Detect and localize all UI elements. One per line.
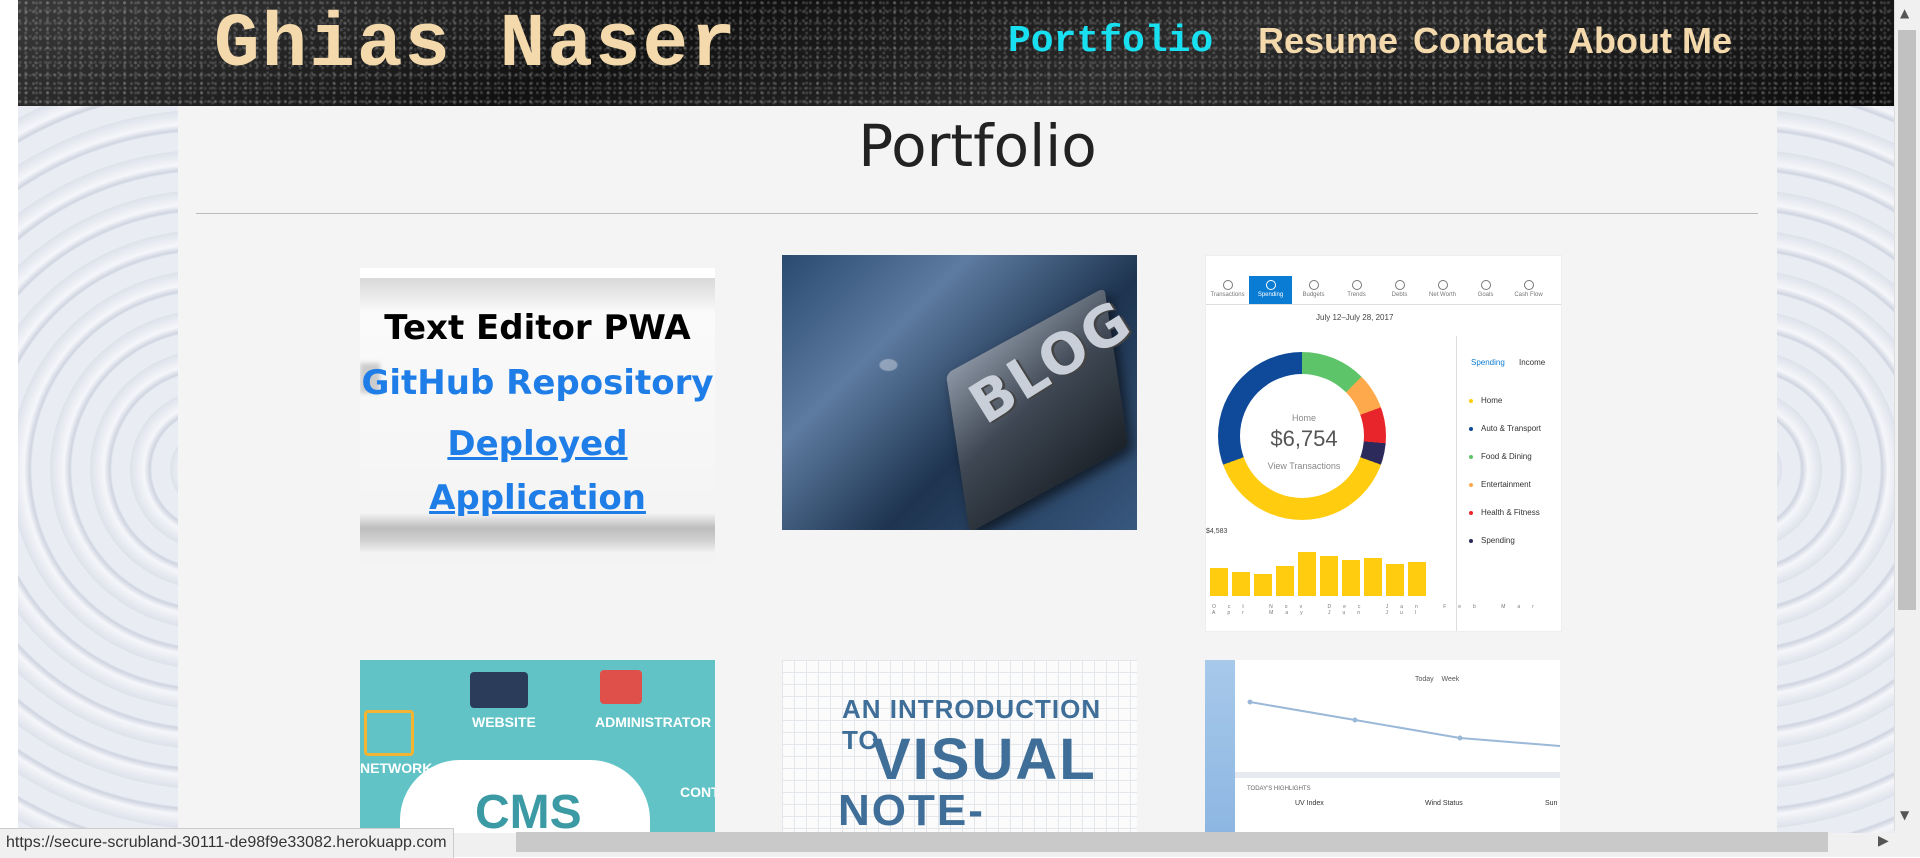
donut-label: Home xyxy=(1291,413,1316,423)
month-labels: Oct Nov Dec Jan Feb Mar Apr May Jun Jul xyxy=(1212,604,1546,616)
cms-label-content: CONT xyxy=(680,784,715,800)
divider xyxy=(196,213,1758,214)
bar xyxy=(1298,552,1316,596)
note-line-3: NOTE-TAKING xyxy=(838,786,985,833)
category-sidebar: Spending Income Home Auto & Transport Fo… xyxy=(1456,336,1561,631)
project-card-cms[interactable]: WEBSITE ADMINISTRATOR NETWORK CONT CMS xyxy=(360,660,715,833)
weather-tabs: Today Week xyxy=(1415,676,1460,683)
metric-wind-status: Wind Status xyxy=(1425,800,1463,807)
bar xyxy=(1320,556,1338,596)
github-repository-link[interactable]: GitHub Repository xyxy=(360,363,715,403)
nav-about-me[interactable]: About Me xyxy=(1568,20,1732,62)
website-icon xyxy=(470,672,528,708)
cms-text: CMS xyxy=(475,786,582,833)
temperature-line-chart xyxy=(1247,699,1560,747)
tab-cash-flow: Cash Flow xyxy=(1507,276,1550,304)
category-item: Entertainment xyxy=(1469,480,1531,489)
bar xyxy=(1254,574,1272,596)
project-card-budget-tracker[interactable]: Transactions Spending Budgets Trends Deb… xyxy=(1205,255,1562,632)
project-title: Text Editor PWA xyxy=(384,308,691,348)
nav-contact[interactable]: Contact xyxy=(1413,20,1547,62)
donut-link: View Transactions xyxy=(1267,461,1341,471)
cms-label-administrator: ADMINISTRATOR xyxy=(595,714,712,730)
scroll-up-icon[interactable]: ▲ xyxy=(1900,6,1909,20)
highlights-label: TODAY'S HIGHLIGHTS xyxy=(1247,786,1311,792)
deployed-link-line-1[interactable]: Deployed xyxy=(447,424,627,464)
background-left xyxy=(18,106,178,833)
budget-tabs: Transactions Spending Budgets Trends Deb… xyxy=(1206,276,1561,305)
portfolio-section: Portfolio Text Editor PWA GitHub Reposit… xyxy=(178,106,1777,833)
horizontal-scrollbar[interactable] xyxy=(516,832,1828,852)
project-card-note-taking[interactable]: AN INTRODUCTION TO VISUAL NOTE-TAKING xyxy=(782,660,1137,833)
bar xyxy=(1408,562,1426,596)
metric-uv-index: UV Index xyxy=(1295,800,1324,807)
tab-spending: Spending xyxy=(1249,276,1292,304)
site-header: Ghias Naser Portfolio Resume Contact Abo… xyxy=(18,0,1894,106)
monthly-bar-chart xyxy=(1210,546,1450,596)
scroll-down-icon[interactable]: ▼ xyxy=(1900,808,1909,822)
scroll-right-icon[interactable]: ▶ xyxy=(1878,833,1890,851)
category-item: Health & Fitness xyxy=(1469,508,1540,517)
bar xyxy=(1364,558,1382,596)
status-bar-url: https://secure-scrubland-30111-de98f9e33… xyxy=(0,828,454,858)
side-tab-income: Income xyxy=(1519,358,1546,367)
date-range: July 12–July 28, 2017 xyxy=(1316,313,1394,322)
page-title: Portfolio xyxy=(858,112,1097,180)
deployed-application-link[interactable]: Deployed Application xyxy=(360,417,715,525)
deployed-link-line-2[interactable]: Application xyxy=(429,478,646,518)
note-line-2: VISUAL xyxy=(872,727,1097,792)
category-item: Auto & Transport xyxy=(1469,424,1541,433)
project-card-weather-dashboard[interactable]: Today Week TODAY'S HIGHLIGHTS UV Index W… xyxy=(1205,660,1560,833)
administrator-icon xyxy=(600,670,642,704)
brand-name[interactable]: Ghias Naser xyxy=(214,2,738,88)
tab-goals: Goals xyxy=(1464,276,1507,304)
category-item: Home xyxy=(1469,396,1502,405)
project-card-text-editor[interactable]: Text Editor PWA GitHub Repository Deploy… xyxy=(360,268,715,563)
tab-net-worth: Net Worth xyxy=(1421,276,1464,304)
tab-debts: Debts xyxy=(1378,276,1421,304)
project-card-blog[interactable]: BLOG xyxy=(782,255,1137,530)
nav-resume[interactable]: Resume xyxy=(1258,20,1398,62)
cms-label-website: WEBSITE xyxy=(472,714,536,730)
section-separator xyxy=(1235,772,1560,778)
network-icon xyxy=(364,710,414,756)
nav-portfolio[interactable]: Portfolio xyxy=(1008,20,1213,63)
bar xyxy=(1232,572,1250,596)
tab-transactions: Transactions xyxy=(1206,276,1249,304)
bar xyxy=(1210,568,1228,596)
donut-amount: $6,754 xyxy=(1270,426,1338,451)
bar xyxy=(1276,566,1294,596)
side-tab-spending: Spending xyxy=(1471,358,1505,367)
bar xyxy=(1342,560,1360,596)
tab-trends: Trends xyxy=(1335,276,1378,304)
bar xyxy=(1386,564,1404,596)
weather-sidebar xyxy=(1205,660,1235,833)
browser-left-margin xyxy=(0,0,19,857)
category-item: Spending xyxy=(1469,536,1515,545)
category-item: Food & Dining xyxy=(1469,452,1532,461)
metric-sun: Sun xyxy=(1545,800,1558,807)
background-right xyxy=(1777,106,1894,833)
tab-budgets: Budgets xyxy=(1292,276,1335,304)
vertical-scrollbar[interactable] xyxy=(1898,30,1916,610)
bar-chart-label: $4,583 xyxy=(1206,528,1228,535)
